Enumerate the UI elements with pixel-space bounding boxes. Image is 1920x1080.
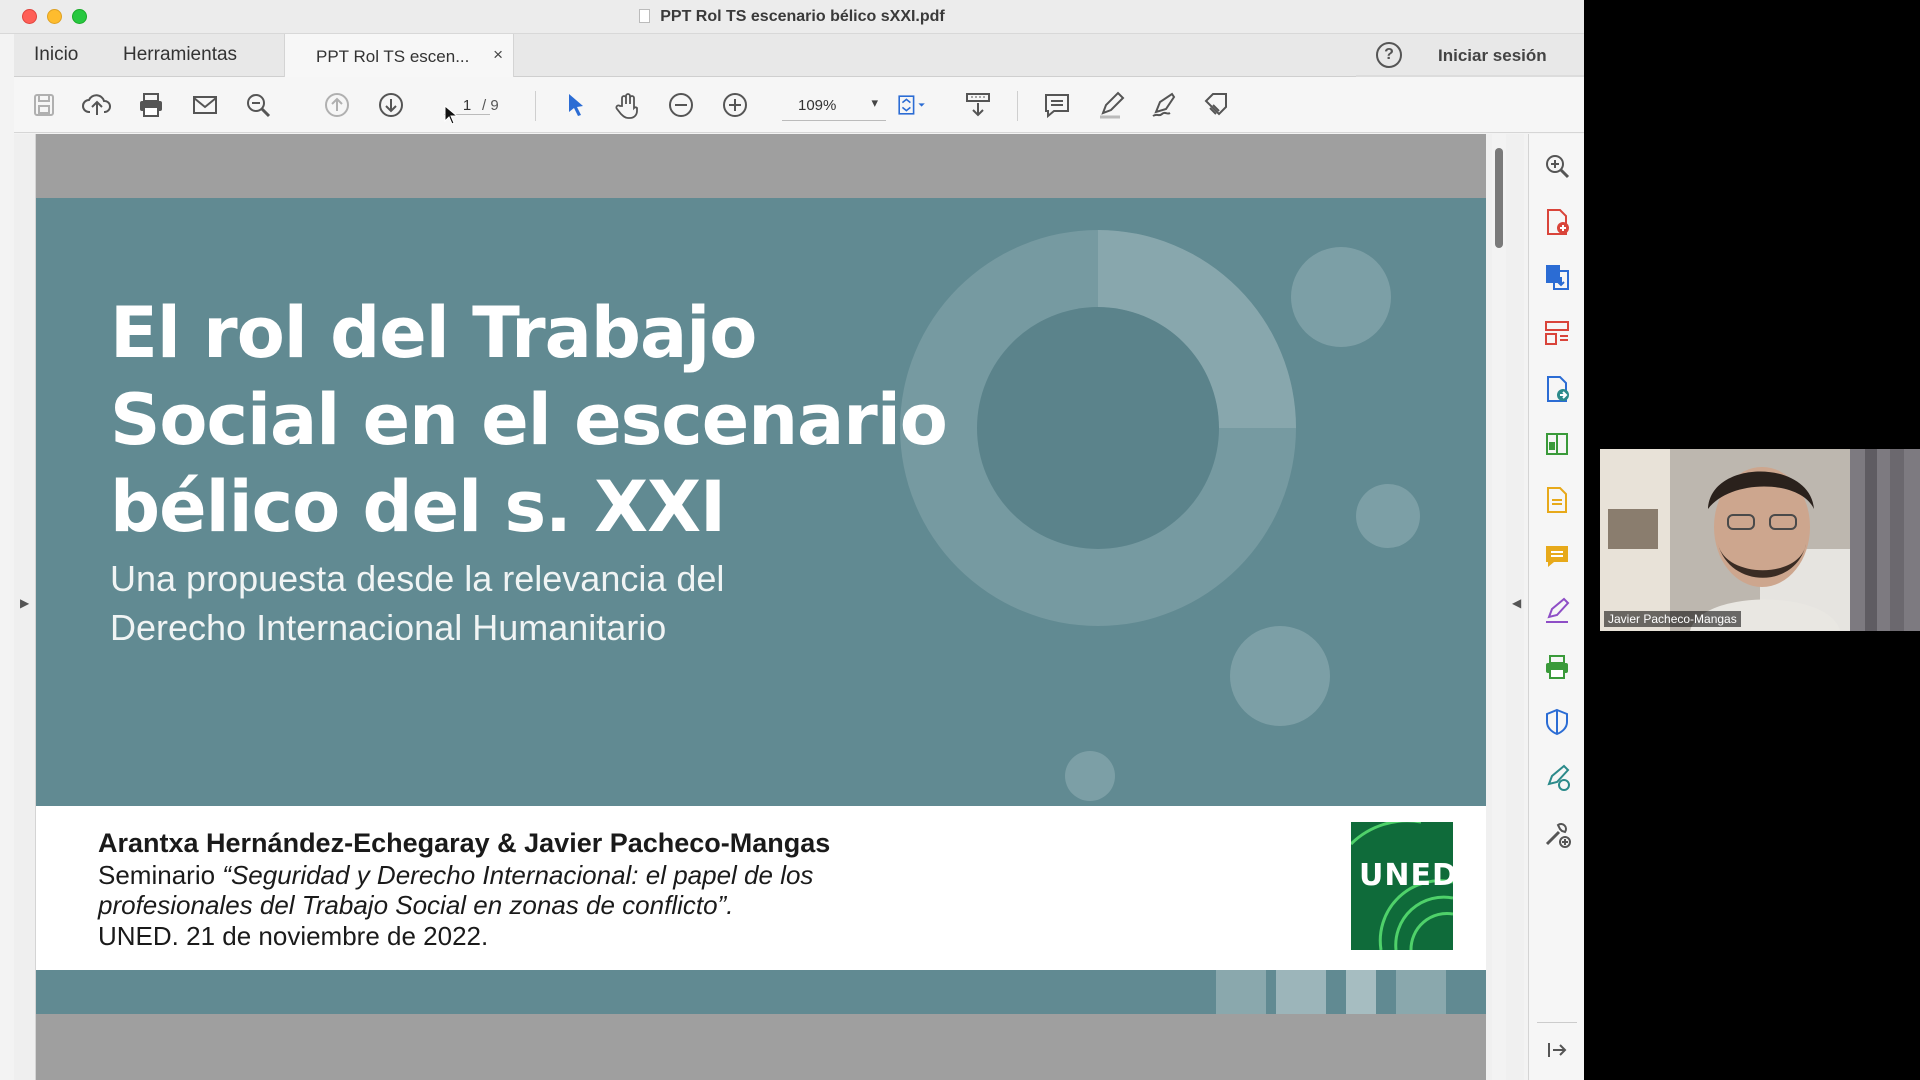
mouse-cursor-icon <box>444 105 458 125</box>
page-margin <box>36 1014 1486 1080</box>
left-pane-collapse[interactable]: ▶ <box>14 134 36 1080</box>
collapse-pane-icon[interactable] <box>1541 1034 1573 1066</box>
next-page-icon[interactable] <box>375 89 407 121</box>
acrobat-window: PPT Rol TS escenario bélico sXXI.pdf Ini… <box>0 0 1584 1080</box>
previous-page-icon[interactable] <box>321 89 353 121</box>
print-icon[interactable] <box>135 89 167 121</box>
select-cursor-icon[interactable] <box>559 89 591 121</box>
tools-pane <box>1528 134 1584 1080</box>
toolbar-divider <box>1017 91 1018 121</box>
print-production-icon[interactable] <box>1541 651 1573 683</box>
slide-subtitle-line: Una propuesta desde la relevancia del <box>110 558 725 599</box>
page-fit-icon[interactable] <box>896 89 928 121</box>
tab-herramientas[interactable]: Herramientas <box>123 44 237 66</box>
scroll-mode-icon[interactable] <box>962 89 994 121</box>
slide-subtitle-line: Derecho Internacional Humanitario <box>110 607 667 648</box>
slide-title-line: Social en el escenario <box>110 379 948 461</box>
compare-files-icon[interactable] <box>1541 428 1573 460</box>
tab-document[interactable]: PPT Rol TS escen... × <box>284 34 514 77</box>
window-title: PPT Rol TS escenario bélico sXXI.pdf <box>0 8 1584 26</box>
redact-tag-icon[interactable] <box>1201 89 1233 121</box>
mail-icon[interactable] <box>189 89 221 121</box>
tab-bar: Inicio Herramientas PPT Rol TS escen... … <box>14 34 1584 77</box>
slide-subtitle: Una propuesta desde la relevancia del De… <box>110 554 930 652</box>
zoom-out-icon[interactable] <box>665 89 697 121</box>
slide-page: El rol del Trabajo Social en el escenari… <box>36 198 1486 1080</box>
request-signature-icon[interactable] <box>1541 762 1573 794</box>
slide-bottom-band <box>36 970 1486 1014</box>
vertical-scrollbar[interactable] <box>1492 134 1506 1080</box>
chevron-down-icon: ▾ <box>871 95 878 110</box>
chevron-right-icon[interactable]: ▶ <box>20 596 29 610</box>
seminar-date: UNED. 21 de noviembre de 2022. <box>98 921 489 951</box>
main-toolbar: 1 / 9 109% ▾ <box>14 77 1584 133</box>
slide-title: El rol del Trabajo Social en el escenari… <box>110 290 960 551</box>
title-bar: PPT Rol TS escenario bélico sXXI.pdf <box>0 0 1584 34</box>
tab-document-label: PPT Rol TS escen... <box>316 47 470 66</box>
logo-text: UNED <box>1359 858 1453 893</box>
toolbar-divider <box>535 91 536 121</box>
chevron-left-icon[interactable]: ◀ <box>1512 596 1521 610</box>
organize-pages-icon[interactable] <box>1541 317 1573 349</box>
seminar-title: “Seguridad y Derecho Internacional: el p… <box>222 860 814 890</box>
page-total-label: / 9 <box>482 97 499 114</box>
slide-footer: Arantxa Hernández-Echegaray & Javier Pac… <box>36 806 1486 970</box>
export-pdf-icon[interactable] <box>1541 261 1573 293</box>
sign-pen-icon[interactable] <box>1148 89 1180 121</box>
fill-sign-icon[interactable] <box>1541 595 1573 627</box>
create-pdf-icon[interactable] <box>1541 206 1573 238</box>
zoom-in-icon[interactable] <box>719 89 751 121</box>
uned-logo: UNED <box>1351 822 1453 950</box>
participant-name: Javier Pacheco-Mangas <box>1604 611 1741 627</box>
more-tools-icon[interactable] <box>1541 818 1573 850</box>
pdf-document-icon <box>639 9 651 23</box>
close-tab-icon[interactable]: × <box>493 45 503 65</box>
tools-pane-divider <box>1537 1022 1577 1023</box>
help-icon[interactable]: ? <box>1376 42 1402 68</box>
zoom-select[interactable]: 109% ▾ <box>782 91 886 121</box>
highlight-pen-icon[interactable] <box>1095 89 1127 121</box>
combine-files-icon[interactable] <box>1541 484 1573 516</box>
tab-inicio[interactable]: Inicio <box>34 44 78 66</box>
slide-authors: Arantxa Hernández-Echegaray & Javier Pac… <box>98 828 831 858</box>
seminar-line: profesionales del Trabajo Social en zona… <box>98 890 734 920</box>
seminar-line: Seminario “Seguridad y Derecho Internaci… <box>98 860 813 891</box>
scrollbar-thumb[interactable] <box>1495 148 1503 248</box>
signin-button[interactable]: Iniciar sesión <box>1438 46 1547 66</box>
webcam-feed <box>1600 449 1920 631</box>
hand-tool-icon[interactable] <box>612 89 644 121</box>
slide-title-line: El rol del Trabajo <box>110 292 757 374</box>
cloud-upload-icon[interactable] <box>81 89 113 121</box>
edit-pdf-icon[interactable] <box>1541 373 1573 405</box>
protect-shield-icon[interactable] <box>1541 706 1573 738</box>
webcam-video: Javier Pacheco-Mangas <box>1600 449 1920 631</box>
zoom-search-icon[interactable] <box>1541 150 1573 182</box>
search-icon[interactable] <box>242 89 274 121</box>
document-viewer[interactable]: ▶ El rol del Trabajo Social en el escena… <box>14 134 1524 1080</box>
zoom-value: 109% <box>798 97 837 114</box>
window-title-text: PPT Rol TS escenario bélico sXXI.pdf <box>660 8 945 25</box>
comment-icon[interactable] <box>1041 89 1073 121</box>
slide-title-line: bélico del s. XXI <box>110 466 726 548</box>
seminar-prefix: Seminario <box>98 860 223 890</box>
save-icon[interactable] <box>28 89 60 121</box>
comment-tool-icon[interactable] <box>1541 540 1573 572</box>
